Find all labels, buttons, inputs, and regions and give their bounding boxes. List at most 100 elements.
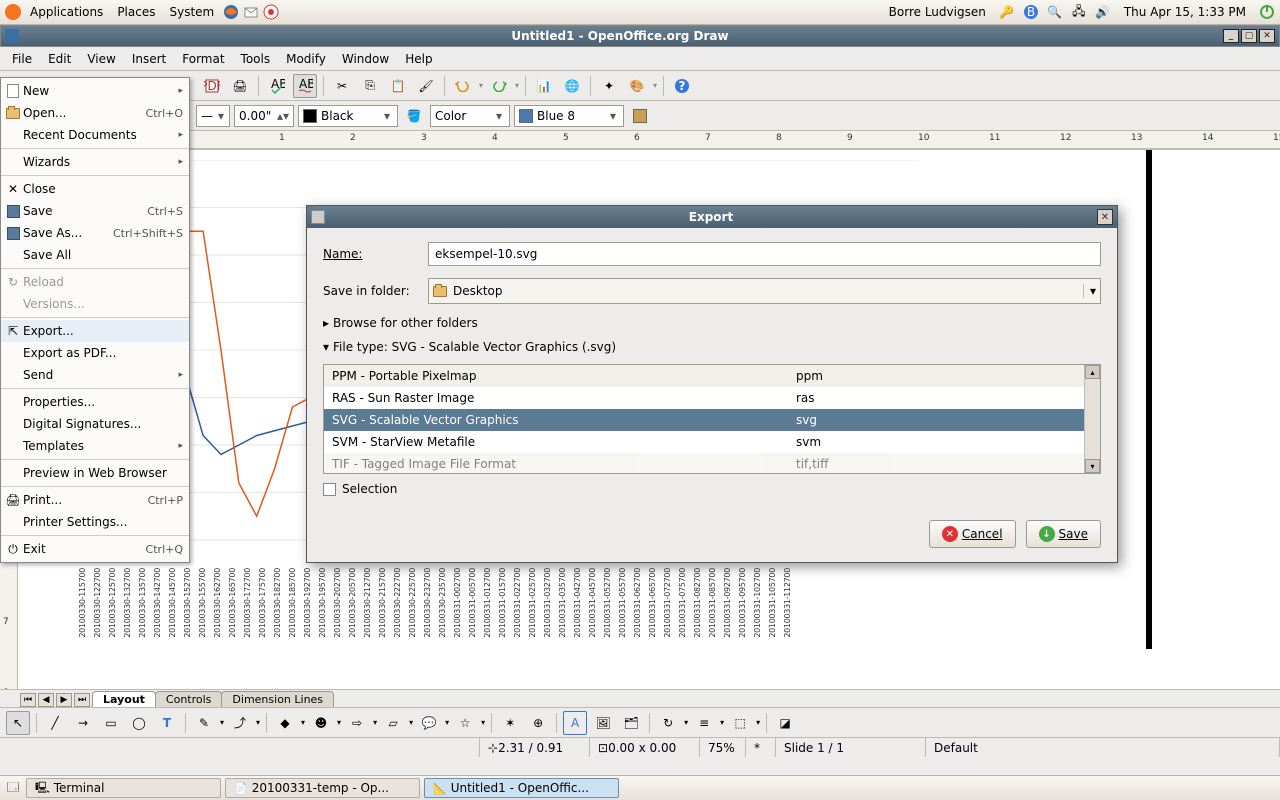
filetype-expander[interactable]: ▾ File type: SVG - Scalable Vector Graph…	[323, 340, 1101, 354]
file-menu-item[interactable]: New▸	[1, 80, 189, 102]
dialog-titlebar[interactable]: Export ✕	[307, 206, 1117, 228]
sys-clock[interactable]: Thu Apr 15, 1:33 PM	[1118, 3, 1252, 21]
close-button[interactable]: ✕	[1259, 29, 1275, 43]
spellcheck-icon[interactable]: ABC	[265, 74, 289, 98]
flowchart-icon[interactable]: ▱	[381, 711, 405, 735]
ellipse-tool-icon[interactable]: ◯	[127, 711, 151, 735]
fontwork-icon[interactable]: A	[563, 711, 587, 735]
line-tool-icon[interactable]: ╱	[43, 711, 67, 735]
extrusion-icon[interactable]: ◪	[773, 711, 797, 735]
taskbar-terminal[interactable]: 🖳 Terminal	[26, 778, 221, 798]
taskbar-calc[interactable]: 📄 20100331-temp - Op...	[225, 778, 420, 798]
file-menu-item[interactable]: Wizards▸	[1, 151, 189, 173]
menu-modify[interactable]: Modify	[278, 50, 334, 68]
menu-tools[interactable]: Tools	[233, 50, 279, 68]
cut-icon[interactable]: ✂	[330, 74, 354, 98]
file-menu-item[interactable]: Send▸	[1, 364, 189, 386]
export-pdf-icon[interactable]: PDF	[200, 74, 224, 98]
text-tool-icon[interactable]: T	[155, 711, 179, 735]
filetype-list[interactable]: PPM - Portable PixelmapppmRAS - Sun Rast…	[323, 364, 1101, 474]
tab-nav-last[interactable]: ⏭	[74, 693, 90, 707]
browse-folders-expander[interactable]: ▸ Browse for other folders	[323, 316, 1101, 330]
file-menu-item[interactable]: Preview in Web Browser	[1, 462, 189, 484]
file-menu-item[interactable]: ⇱Export...	[1, 320, 189, 342]
tab-nav-next[interactable]: ▶	[56, 693, 72, 707]
basic-shapes-icon[interactable]: ◆	[273, 711, 297, 735]
from-file-icon[interactable]: 🖼	[591, 711, 615, 735]
align-icon[interactable]: ≡	[692, 711, 716, 735]
symbol-shapes-icon[interactable]: ☻	[309, 711, 333, 735]
menu-help[interactable]: Help	[397, 50, 440, 68]
glue-icon[interactable]: ⊕	[526, 711, 550, 735]
show-desktop-icon[interactable]: 🗔	[4, 779, 22, 797]
file-menu-item[interactable]: Recent Documents▸	[1, 124, 189, 146]
volume-icon[interactable]: 🔊	[1094, 3, 1112, 21]
status-zoom[interactable]: 75%	[700, 738, 746, 757]
chart-icon[interactable]: 📊	[532, 74, 556, 98]
rotate-icon[interactable]: ↻	[656, 711, 680, 735]
search-icon[interactable]: 🔍	[1046, 3, 1064, 21]
evolution-icon[interactable]	[242, 3, 260, 21]
stars-icon[interactable]: ☆	[453, 711, 477, 735]
select-tool-icon[interactable]: ↖	[6, 711, 30, 735]
tab-nav-prev[interactable]: ◀	[38, 693, 54, 707]
fill-mode-combo[interactable]: Color▾	[430, 105, 510, 127]
tab-nav-first[interactable]: ⏮	[20, 693, 36, 707]
folder-combo[interactable]: Desktop ▾	[428, 278, 1101, 304]
file-menu-item[interactable]: Templates▸	[1, 435, 189, 457]
block-arrows-icon[interactable]: ⇨	[345, 711, 369, 735]
sys-menu-places[interactable]: Places	[111, 3, 161, 21]
scroll-down-icon[interactable]: ▾	[1085, 459, 1100, 473]
bluetooth-icon[interactable]: B	[1022, 3, 1040, 21]
menu-file[interactable]: File	[4, 50, 40, 68]
connector-tool-icon[interactable]: ⤴	[228, 711, 252, 735]
file-menu-item[interactable]: ✕Close	[1, 178, 189, 200]
file-menu-item[interactable]: Open...Ctrl+O	[1, 102, 189, 124]
navigator-icon[interactable]: ✦	[597, 74, 621, 98]
save-button[interactable]: ↓ Save	[1026, 520, 1101, 548]
file-menu-item[interactable]: Export as PDF...	[1, 342, 189, 364]
file-menu-item[interactable]: SaveCtrl+S	[1, 200, 189, 222]
sys-menu-applications[interactable]: Applications	[24, 3, 109, 21]
rectangle-tool-icon[interactable]: ▭	[99, 711, 123, 735]
file-menu-item[interactable]: 🖨Print...Ctrl+P	[1, 489, 189, 511]
menu-format[interactable]: Format	[174, 50, 232, 68]
tab-controls[interactable]: Controls	[155, 691, 223, 707]
menu-view[interactable]: View	[79, 50, 123, 68]
firefox-icon[interactable]	[222, 3, 240, 21]
cancel-button[interactable]: ✕ Cancel	[929, 520, 1016, 548]
points-icon[interactable]: ✶	[498, 711, 522, 735]
arrow-style-combo[interactable]: —▾	[196, 105, 230, 127]
undo-icon[interactable]	[451, 74, 475, 98]
help-icon[interactable]	[262, 3, 280, 21]
minimize-button[interactable]: _	[1223, 29, 1239, 43]
arrow-tool-icon[interactable]: →	[71, 711, 95, 735]
file-menu-item[interactable]: ⏻ExitCtrl+Q	[1, 538, 189, 560]
tab-dimension-lines[interactable]: Dimension Lines	[221, 691, 334, 707]
copy-icon[interactable]: ⎘	[358, 74, 382, 98]
dialog-close-button[interactable]: ✕	[1097, 209, 1113, 225]
filetype-row[interactable]: SVM - StarView Metafilesvm	[324, 431, 1084, 453]
filename-input[interactable]	[428, 242, 1101, 266]
print-icon[interactable]: 🖨	[228, 74, 252, 98]
file-menu-item[interactable]: Save As...Ctrl+Shift+S	[1, 222, 189, 244]
hyperlink-icon[interactable]: 🌐	[560, 74, 584, 98]
app-titlebar[interactable]: Untitled1 - OpenOffice.org Draw _ ▢ ✕	[0, 25, 1280, 47]
line-color-combo[interactable]: Black▾	[298, 105, 398, 127]
file-menu-item[interactable]: Properties...	[1, 391, 189, 413]
callouts-icon[interactable]: 💬	[417, 711, 441, 735]
filetype-row[interactable]: SVG - Scalable Vector Graphicssvg	[324, 409, 1084, 431]
shutdown-icon[interactable]	[1258, 3, 1276, 21]
filetype-row[interactable]: TIF - Tagged Image File Formattif,tiff	[324, 453, 1084, 473]
area-icon[interactable]: 🪣	[402, 104, 426, 128]
scroll-up-icon[interactable]: ▴	[1085, 365, 1100, 379]
gallery2-icon[interactable]: 🗂	[619, 711, 643, 735]
filetype-row[interactable]: RAS - Sun Raster Imageras	[324, 387, 1084, 409]
network-icon[interactable]: 🖧	[1070, 3, 1088, 21]
tab-layout[interactable]: Layout	[92, 691, 156, 707]
maximize-button[interactable]: ▢	[1241, 29, 1257, 43]
scrollbar[interactable]: ▴ ▾	[1084, 365, 1100, 473]
sys-menu-system[interactable]: System	[163, 3, 220, 21]
menu-edit[interactable]: Edit	[40, 50, 79, 68]
file-menu-item[interactable]: Save All	[1, 244, 189, 266]
